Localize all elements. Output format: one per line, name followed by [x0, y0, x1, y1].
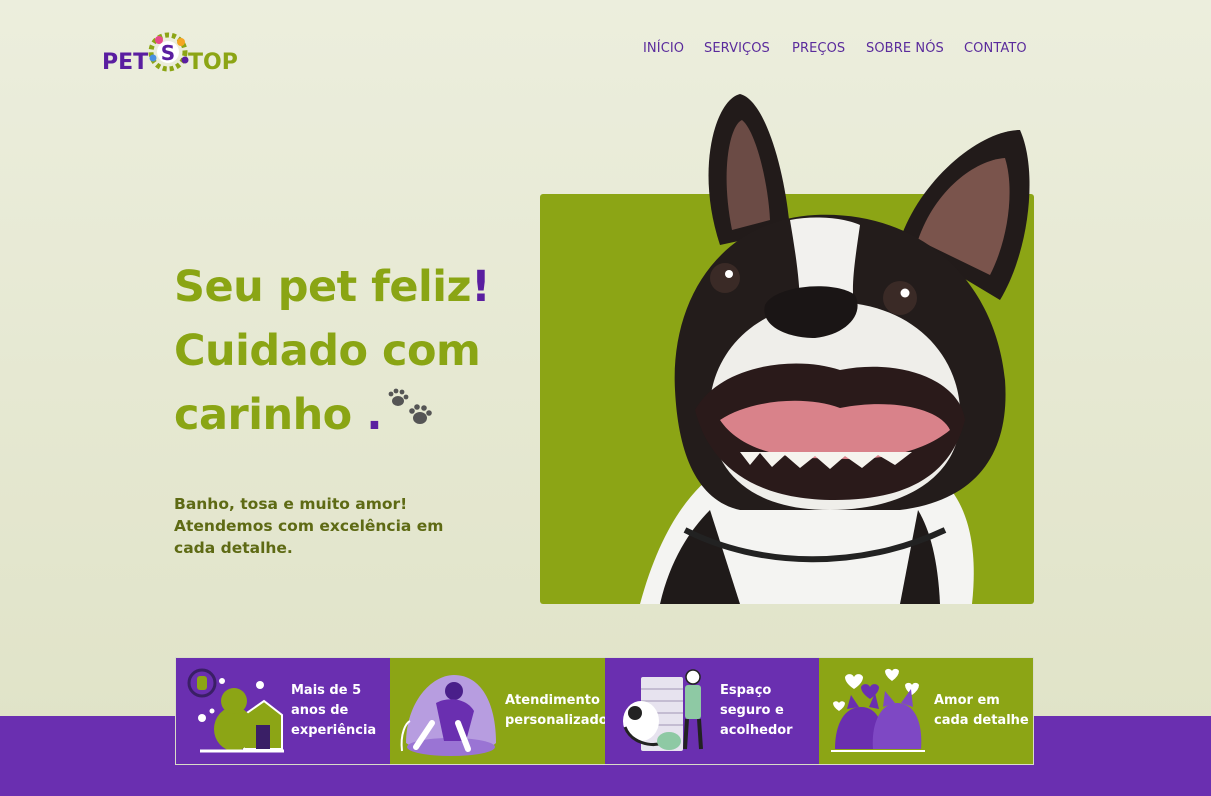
pets-love-icon — [825, 663, 930, 759]
feature-card-safe-space: Espaço seguro e acolhedor — [605, 658, 819, 764]
headline-exclamation: ! — [471, 262, 491, 312]
headline-dot: . — [366, 390, 383, 440]
feature-text-safe-space: Espaço seguro e acolhedor — [720, 683, 793, 738]
nav-sobre-nos[interactable]: SOBRE NÓS — [866, 41, 944, 56]
feature-card-personalized: Atendimento personalizado — [390, 658, 608, 764]
paw-prints-icon — [386, 385, 434, 429]
headline-line-2: Cuidado com — [174, 326, 481, 376]
nav-inicio[interactable]: INÍCIO — [643, 41, 684, 56]
feature-text-love: Amor em cada detalhe — [934, 693, 1029, 728]
nav-servicos[interactable]: SERVIÇOS — [704, 41, 770, 56]
nav-contato[interactable]: CONTATO — [964, 41, 1027, 56]
nav-precos[interactable]: PREÇOS — [792, 41, 845, 56]
feature-card-love: Amor em cada detalhe — [819, 658, 1033, 764]
main-nav: INÍCIO SERVIÇOS PREÇOS SOBRE NÓS CONTATO — [0, 41, 1211, 59]
headline-line-1: Seu pet feliz — [174, 262, 472, 312]
features-strip: Mais de 5 anos de experiência Atendiment… — [175, 657, 1034, 765]
dog-house-icon — [182, 663, 287, 759]
headline-line-3: carinho — [174, 390, 352, 440]
feature-card-experience: Mais de 5 anos de experiência — [176, 658, 390, 764]
boston-terrier-image — [600, 90, 1040, 604]
pet-care-icon — [611, 663, 716, 759]
hero-subtext: Banho, tosa e muito amor! Atendemos com … — [174, 495, 444, 557]
hero-headline: Seu pet feliz! Cuidado com carinho . — [174, 255, 514, 447]
feature-text-personalized: Atendimento personalizado — [505, 693, 608, 728]
hug-pet-icon — [396, 663, 501, 759]
feature-text-experience: Mais de 5 anos de experiência — [291, 683, 377, 738]
